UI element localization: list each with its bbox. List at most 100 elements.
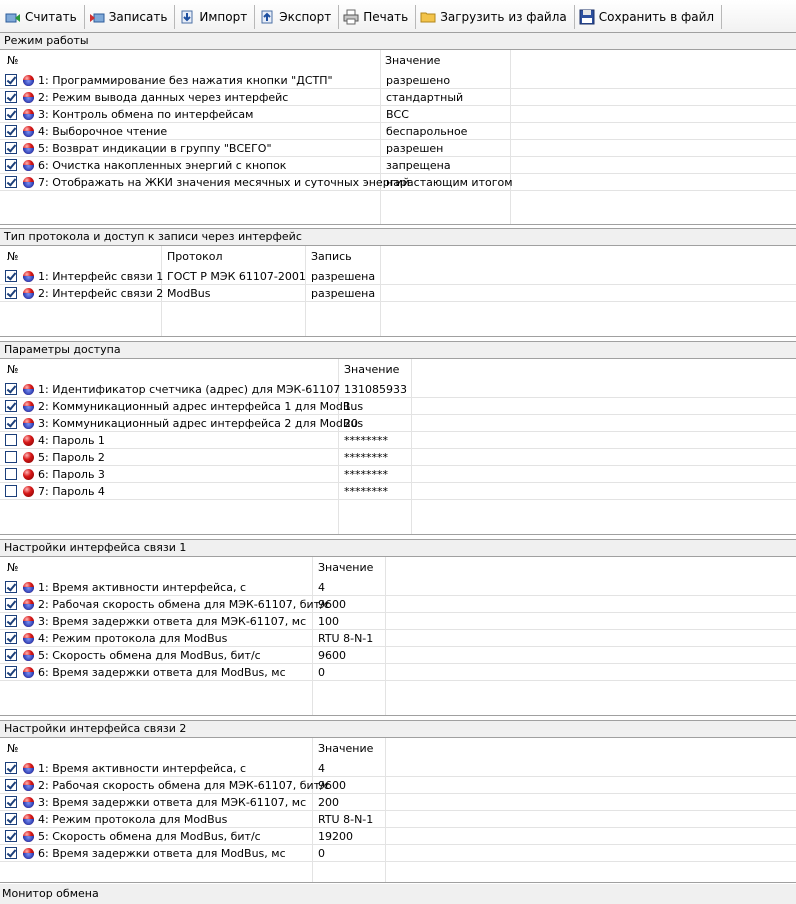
row-checkbox[interactable] xyxy=(5,287,17,299)
table-row[interactable]: 6: Время задержки ответа для ModBus, мс 0 xyxy=(0,845,796,862)
row-checkbox[interactable] xyxy=(5,383,17,395)
row-value[interactable]: ******** xyxy=(344,432,388,449)
row-value[interactable]: 20 xyxy=(344,415,358,432)
row-checkbox[interactable] xyxy=(5,649,17,661)
import-button[interactable]: Импорт xyxy=(176,4,253,30)
row-checkbox[interactable] xyxy=(5,666,17,678)
row-value[interactable]: 9600 xyxy=(318,647,346,664)
row-checkbox[interactable] xyxy=(5,615,17,627)
read-button[interactable]: Считать xyxy=(2,4,83,30)
row-checkbox[interactable] xyxy=(5,434,17,446)
table-row[interactable]: 5: Скорость обмена для ModBus, бит/с 9600 xyxy=(0,647,796,664)
row-value[interactable]: ВСС xyxy=(386,106,409,123)
table-row[interactable]: 1: Время активности интерфейса, с 4 xyxy=(0,760,796,777)
row-checkbox[interactable] xyxy=(5,468,17,480)
table-row[interactable]: 3: Время задержки ответа для МЭК-61107, … xyxy=(0,794,796,811)
row-value[interactable]: ******** xyxy=(344,483,388,500)
table-row[interactable]: 2: Режим вывода данных через интерфейс ст… xyxy=(0,89,796,106)
row-label: 3: Контроль обмена по интерфейсам xyxy=(38,108,254,121)
table-row[interactable]: 2: Рабочая скорость обмена для МЭК-61107… xyxy=(0,596,796,613)
row-value[interactable]: ******** xyxy=(344,466,388,483)
row-checkbox[interactable] xyxy=(5,417,17,429)
row-protocol[interactable]: ГОСТ Р МЭК 61107-2001 xyxy=(167,268,306,285)
table-row[interactable]: 4: Пароль 1 ******** xyxy=(0,432,796,449)
row-checkbox[interactable] xyxy=(5,485,17,497)
row-value[interactable]: 0 xyxy=(318,664,325,681)
table-row[interactable]: 4: Режим протокола для ModBus RTU 8-N-1 xyxy=(0,811,796,828)
status-ball-icon xyxy=(23,288,34,299)
row-checkbox[interactable] xyxy=(5,91,17,103)
load-from-file-button[interactable]: Загрузить из файла xyxy=(417,4,573,30)
row-value[interactable]: 1 xyxy=(344,398,351,415)
row-value[interactable]: 4 xyxy=(318,579,325,596)
row-checkbox[interactable] xyxy=(5,632,17,644)
row-checkbox[interactable] xyxy=(5,813,17,825)
row-checkbox[interactable] xyxy=(5,830,17,842)
row-value[interactable]: 100 xyxy=(318,613,339,630)
table-row[interactable]: 3: Время задержки ответа для МЭК-61107, … xyxy=(0,613,796,630)
row-value[interactable]: 0 xyxy=(318,845,325,862)
row-checkbox[interactable] xyxy=(5,451,17,463)
table-row[interactable]: 2: Рабочая скорость обмена для МЭК-61107… xyxy=(0,777,796,794)
row-checkbox[interactable] xyxy=(5,142,17,154)
table-row[interactable]: 7: Пароль 4 ******** xyxy=(0,483,796,500)
row-protocol[interactable]: ModBus xyxy=(167,285,210,302)
row-value[interactable]: 4 xyxy=(318,760,325,777)
row-checkbox[interactable] xyxy=(5,779,17,791)
table-row[interactable]: 2: Интерфейс связи 2 ModBus разрешена xyxy=(0,285,796,302)
row-write[interactable]: разрешена xyxy=(311,285,375,302)
row-value[interactable]: 9600 xyxy=(318,596,346,613)
row-checkbox[interactable] xyxy=(5,847,17,859)
table-row[interactable]: 3: Коммуникационный адрес интерфейса 2 д… xyxy=(0,415,796,432)
row-value[interactable]: RTU 8-N-1 xyxy=(318,630,373,647)
row-checkbox[interactable] xyxy=(5,598,17,610)
table-row[interactable]: 4: Режим протокола для ModBus RTU 8-N-1 xyxy=(0,630,796,647)
row-checkbox[interactable] xyxy=(5,159,17,171)
row-checkbox[interactable] xyxy=(5,176,17,188)
row-value[interactable]: 131085933 xyxy=(344,381,407,398)
table-row[interactable]: 4: Выборочное чтение беспарольное xyxy=(0,123,796,140)
row-value[interactable]: разрешено xyxy=(386,72,450,89)
table-row[interactable]: 5: Возврат индикации в группу "ВСЕГО" раз… xyxy=(0,140,796,157)
row-checkbox[interactable] xyxy=(5,125,17,137)
write-button[interactable]: Записать xyxy=(86,4,174,30)
table-row[interactable]: 6: Пароль 3 ******** xyxy=(0,466,796,483)
print-button[interactable]: Печать xyxy=(340,4,414,30)
status-ball-icon xyxy=(23,92,34,103)
row-value[interactable]: 19200 xyxy=(318,828,353,845)
row-checkbox[interactable] xyxy=(5,108,17,120)
row-value[interactable]: разрешен xyxy=(386,140,443,157)
table-row[interactable]: 1: Идентификатор счетчика (адрес) для МЭ… xyxy=(0,381,796,398)
row-value[interactable]: нарастающим итогом xyxy=(386,174,513,191)
save-to-file-label: Сохранить в файл xyxy=(598,9,715,24)
table-row[interactable]: 5: Пароль 2 ******** xyxy=(0,449,796,466)
save-to-file-button[interactable]: Сохранить в файл xyxy=(576,4,720,30)
row-value[interactable]: запрещена xyxy=(386,157,451,174)
export-button[interactable]: Экспорт xyxy=(256,4,337,30)
row-value[interactable]: ******** xyxy=(344,449,388,466)
row-checkbox[interactable] xyxy=(5,762,17,774)
row-value[interactable]: беспарольное xyxy=(386,123,467,140)
row-value[interactable]: 9600 xyxy=(318,777,346,794)
row-value[interactable]: 200 xyxy=(318,794,339,811)
table-row[interactable]: 2: Коммуникационный адрес интерфейса 1 д… xyxy=(0,398,796,415)
row-value[interactable]: стандартный xyxy=(386,89,463,106)
table-row[interactable]: 6: Время задержки ответа для ModBus, мс 0 xyxy=(0,664,796,681)
row-write[interactable]: разрешена xyxy=(311,268,375,285)
column-header-number: № xyxy=(7,742,19,755)
table-row[interactable]: 1: Программирование без нажатия кнопки "… xyxy=(0,72,796,89)
table-row[interactable]: 3: Контроль обмена по интерфейсам ВСС xyxy=(0,106,796,123)
row-checkbox[interactable] xyxy=(5,400,17,412)
status-ball-icon xyxy=(23,780,34,791)
row-checkbox[interactable] xyxy=(5,796,17,808)
table-row[interactable]: 5: Скорость обмена для ModBus, бит/с 1920… xyxy=(0,828,796,845)
table-row[interactable]: 1: Интерфейс связи 1 ГОСТ Р МЭК 61107-200… xyxy=(0,268,796,285)
row-value[interactable]: RTU 8-N-1 xyxy=(318,811,373,828)
table-row[interactable]: 1: Время активности интерфейса, с 4 xyxy=(0,579,796,596)
row-checkbox[interactable] xyxy=(5,581,17,593)
section-title: Режим работы xyxy=(0,32,796,50)
table-row[interactable]: 7: Отображать на ЖКИ значения месячных и… xyxy=(0,174,796,191)
row-checkbox[interactable] xyxy=(5,270,17,282)
row-checkbox[interactable] xyxy=(5,74,17,86)
table-row[interactable]: 6: Очистка накопленных энергий с кнопок з… xyxy=(0,157,796,174)
